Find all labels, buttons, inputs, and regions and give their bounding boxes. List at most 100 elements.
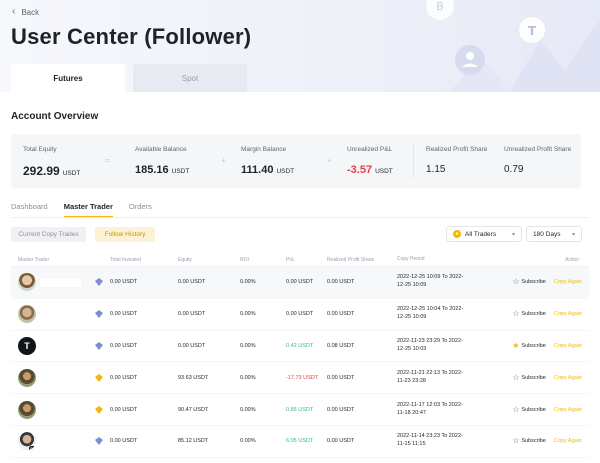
pnl-cell: 0.00 USDT [286, 311, 314, 318]
avatar[interactable]: T [18, 336, 36, 355]
roi-cell: 0.00% [240, 438, 256, 445]
current-copy-trades-button[interactable]: Current Copy Trades [11, 227, 86, 242]
chevron-down-icon: ▾ [511, 231, 515, 238]
subscribe-button[interactable]: ☆ Subscribe [512, 437, 546, 445]
copy-again-button[interactable]: Copy Again [554, 279, 582, 285]
copy-again-button[interactable]: Copy Again [554, 375, 582, 381]
page-title: User Center (Follower) [11, 24, 252, 49]
col-action: Action [565, 256, 579, 263]
action-cell: ☆ Subscribe Copy Again [498, 437, 589, 445]
svg-text:T: T [528, 24, 537, 38]
days-select-value: 180 Days [533, 230, 561, 238]
trader-cell[interactable] [11, 400, 110, 419]
avatar[interactable] [18, 400, 36, 419]
unrealized-pnl-amount: -3.57 [347, 164, 373, 176]
total-invested-cell: 0.00 USDT [110, 342, 138, 349]
action-cell: ☆ Subscribe Copy Again [498, 405, 589, 414]
copy-period-cell: 2022-12-25 10:09 To 2022- 12-25 10:09 [397, 274, 498, 290]
col-total-invested: Total Invested [110, 256, 141, 263]
col-realized-profit-share: Realized Profit Share [327, 256, 375, 263]
tab-spot[interactable]: Spot [133, 64, 247, 92]
sub-tabs: Dashboard Master Trader Orders [11, 202, 152, 218]
plus-operator: + [327, 156, 332, 165]
copy-again-button[interactable]: Copy Again [554, 407, 582, 413]
back-button[interactable]: ‹ Back [12, 7, 39, 17]
days-select[interactable]: 180 Days ▾ [526, 226, 582, 242]
trader-name-hidden [40, 277, 82, 287]
subscribe-button[interactable]: ☆ Subscribe [512, 372, 546, 382]
col-roi: ROI [240, 256, 249, 263]
star-icon: ☆ [512, 372, 520, 382]
total-equity-label: Total Equity [23, 146, 57, 153]
equals-operator: = [105, 156, 110, 165]
profit-share-cell: 0.00 USDT [327, 311, 355, 318]
action-cell: ☆ Subscribe Copy Again [498, 310, 589, 318]
tab-dashboard[interactable]: Dashboard [11, 202, 48, 218]
avatar[interactable] [18, 305, 36, 324]
trader-cell[interactable] [11, 273, 110, 292]
blue-badge-icon [95, 310, 103, 319]
pnl-cell: 0.42 USDT [286, 342, 314, 349]
table-row: 0.00 USDT 0.00 USDT 0.00% 0.00 USDT 0.00 USD… [11, 267, 589, 299]
gold-badge-icon [95, 373, 103, 382]
subscribe-button[interactable]: ☆ Subscribe [512, 310, 546, 318]
history-table: Master Trader Total Invested Equity ROI … [11, 253, 589, 458]
action-cell: ☆ Subscribe Copy Again [498, 372, 589, 382]
profit-share-cell: 0.00 USDT [327, 279, 355, 286]
copy-period-end: 11-15 11:15 [397, 441, 426, 448]
tab-futures[interactable]: Futures [11, 64, 125, 92]
tab-master-trader[interactable]: Master Trader [63, 202, 113, 218]
trader-cell[interactable] [11, 368, 110, 387]
trader-cell[interactable]: AU [11, 432, 110, 451]
tab-orders[interactable]: Orders [129, 202, 152, 218]
unrealized-profit-share-value: 0.79 [504, 164, 524, 175]
subscribe-button[interactable]: ☆ Subscribe [512, 278, 546, 286]
traders-select[interactable]: ● All Traders ▾ [446, 226, 522, 242]
gold-badge-icon [95, 405, 103, 414]
svg-text:B: B [436, 0, 444, 13]
total-equity-amount: 292.99 [23, 164, 60, 178]
roi-cell: 0.00% [240, 406, 256, 413]
copy-again-button[interactable]: Copy Again [554, 438, 582, 444]
subscribe-button[interactable]: ☆ Subscribe [512, 405, 546, 414]
subscribe-label: Subscribe [521, 406, 546, 413]
trader-cell[interactable] [11, 305, 110, 324]
market-tabs: Futures Spot [11, 64, 247, 92]
available-balance-unit: USDT [171, 168, 190, 175]
copy-period-start: 2022-12-25 10:04 To 2022- [397, 306, 464, 313]
available-balance-stat: Available Balance 185.16 USDT + [123, 134, 229, 188]
copy-period-start: 2022-11-21 22:13 To 2022- [397, 369, 463, 376]
equity-cell: 85.12 USDT [178, 438, 209, 445]
roi-cell: 0.00% [240, 279, 256, 286]
copy-again-button[interactable]: Copy Again [554, 311, 582, 317]
table-row: 0.00 USDT 0.00 USDT 0.00% 0.00 USDT 0.00 USD… [11, 299, 589, 331]
avatar[interactable] [18, 368, 36, 387]
blue-badge-icon [95, 278, 103, 287]
follow-history-button[interactable]: Follow History [95, 227, 155, 242]
realized-profit-share-label: Realized Profit Share [426, 146, 488, 153]
pnl-cell: 0.00 USDT [286, 279, 314, 286]
realized-profit-share-stat: Realized Profit Share 1.15 [414, 134, 492, 188]
unrealized-pnl-unit: USDT [375, 168, 393, 175]
subscribe-button[interactable]: ★ Subscribe [512, 341, 546, 350]
copy-period-cell: 2022-11-14 23:23 To 2022- 11-15 11:15 [397, 433, 498, 449]
star-icon: ☆ [512, 309, 520, 319]
total-equity-value: 292.99 USDT [23, 164, 123, 178]
copy-period-cell: 2022-12-25 10:04 To 2022- 12-25 10:09 [397, 306, 498, 322]
back-label: Back [21, 7, 40, 17]
avatar-letter: T [24, 340, 30, 351]
trader-cell[interactable]: T [11, 336, 110, 355]
total-invested-cell: 0.00 USDT [110, 311, 138, 318]
chevron-down-icon: ▾ [571, 231, 575, 238]
copy-again-button[interactable]: Copy Again [554, 343, 582, 349]
roi-cell: 0.00% [240, 342, 256, 349]
copy-period-cell: 2022-11-23 23:29 To 2022- 12-25 10:03 [397, 338, 498, 354]
avatar[interactable]: AU [18, 432, 36, 451]
copy-period-start: 2022-12-25 10:09 To 2022- [397, 274, 464, 281]
subscribe-label: Subscribe [521, 311, 546, 318]
table-body: 0.00 USDT 0.00 USDT 0.00% 0.00 USDT 0.00 USD… [11, 267, 589, 458]
profit-share-cell: 0.00 USDT [327, 406, 355, 413]
table-row: 0.00 USDT 93.63 USDT 0.00% -17.73 USDT 0.00 … [11, 362, 589, 395]
plus-operator: + [221, 156, 226, 165]
avatar[interactable] [18, 273, 36, 292]
